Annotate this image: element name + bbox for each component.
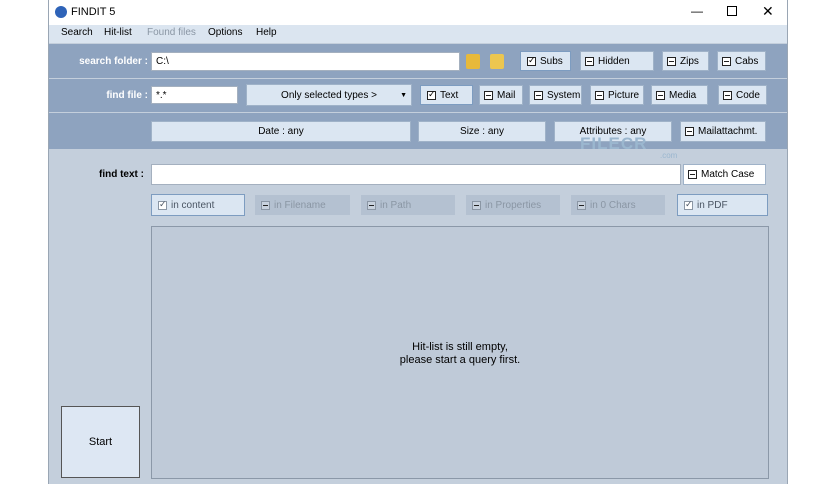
- app-logo-icon: [55, 6, 67, 18]
- window-title: FINDIT 5: [71, 6, 116, 18]
- code-type-label: Code: [736, 89, 760, 101]
- size-filter-button[interactable]: Size : any: [418, 121, 546, 142]
- search-folder-label: search folder :: [79, 56, 148, 67]
- in-pdf-check-icon: [684, 199, 693, 210]
- date-filter-button[interactable]: Date : any: [151, 121, 411, 142]
- in-0-chars-checkbox[interactable]: in 0 Chars: [571, 195, 665, 215]
- hit-list-empty-line1: Hit-list is still empty,: [412, 341, 508, 353]
- in-properties-label: in Properties: [485, 199, 542, 211]
- in-0-chars-check-icon: [577, 200, 586, 210]
- watermark-text: FILECR: [580, 134, 648, 153]
- in-content-label: in content: [171, 199, 215, 211]
- maximize-icon[interactable]: [727, 6, 737, 16]
- system-type-checkbox[interactable]: System: [529, 85, 582, 105]
- in-properties-checkbox[interactable]: in Properties: [466, 195, 560, 215]
- in-filename-check-icon: [261, 200, 270, 210]
- picture-type-check-icon: [595, 90, 604, 100]
- in-path-checkbox[interactable]: in Path: [361, 195, 455, 215]
- media-type-label: Media: [669, 89, 697, 101]
- mail-type-checkbox[interactable]: Mail: [479, 85, 523, 105]
- zips-checkbox[interactable]: Zips: [662, 51, 709, 71]
- file-types-dropdown[interactable]: Only selected types > ▼: [246, 84, 412, 106]
- mail-attachment-check-icon: [685, 127, 694, 136]
- find-file-input[interactable]: *.*: [151, 86, 238, 104]
- watermark-sub: .com: [660, 151, 678, 160]
- in-filename-checkbox[interactable]: in Filename: [255, 195, 350, 215]
- subs-checkbox[interactable]: Subs: [520, 51, 571, 71]
- in-content-check-icon: [158, 199, 167, 210]
- folder-browse-icon[interactable]: [490, 54, 504, 69]
- menu-found-files[interactable]: Found files: [147, 27, 196, 38]
- in-path-label: in Path: [380, 199, 412, 211]
- mail-attachment-label: Mailattachmt.: [698, 126, 758, 137]
- cabs-checkbox[interactable]: Cabs: [717, 51, 766, 71]
- match-case-label: Match Case: [701, 169, 755, 180]
- text-type-check-icon: [427, 89, 436, 100]
- match-case-checkbox[interactable]: Match Case: [683, 164, 766, 185]
- hidden-check-icon: [585, 56, 594, 66]
- in-0-chars-label: in 0 Chars: [590, 199, 636, 211]
- close-icon[interactable]: ✕: [762, 3, 774, 20]
- match-case-check-icon: [688, 170, 697, 179]
- subs-check-icon: [527, 55, 536, 66]
- text-type-label: Text: [440, 89, 459, 101]
- in-pdf-label: in PDF: [697, 199, 728, 211]
- code-type-check-icon: [723, 90, 732, 100]
- menu-hit-list[interactable]: Hit-list: [104, 27, 132, 38]
- find-text-label: find text :: [99, 169, 144, 180]
- filecr-watermark: FILECR: [580, 134, 647, 154]
- cabs-label: Cabs: [735, 55, 759, 67]
- text-type-checkbox[interactable]: Text: [420, 85, 473, 105]
- system-type-label: System: [547, 89, 581, 101]
- find-text-input[interactable]: [151, 164, 681, 185]
- hit-list-empty-line2: please start a query first.: [399, 354, 521, 366]
- picture-type-checkbox[interactable]: Picture: [590, 85, 644, 105]
- system-type-check-icon: [534, 90, 543, 100]
- start-button[interactable]: Start: [61, 406, 140, 478]
- zips-label: Zips: [680, 55, 699, 67]
- code-type-checkbox[interactable]: Code: [718, 85, 767, 105]
- in-content-checkbox[interactable]: in content: [151, 194, 245, 216]
- title-bar: FINDIT 5 — ✕: [49, 0, 787, 25]
- in-filename-label: in Filename: [274, 199, 326, 211]
- find-file-label: find file :: [106, 90, 148, 101]
- in-pdf-checkbox[interactable]: in PDF: [677, 194, 768, 216]
- in-properties-check-icon: [472, 200, 481, 210]
- menu-options[interactable]: Options: [208, 27, 242, 38]
- zips-check-icon: [667, 56, 676, 66]
- media-type-check-icon: [656, 90, 665, 100]
- mail-type-label: Mail: [497, 89, 516, 101]
- chevron-down-icon: ▼: [400, 91, 407, 99]
- cabs-check-icon: [722, 56, 731, 66]
- mail-type-check-icon: [484, 90, 493, 100]
- hidden-label: Hidden: [598, 55, 630, 67]
- media-type-checkbox[interactable]: Media: [651, 85, 708, 105]
- search-folder-input[interactable]: C:\: [151, 52, 460, 71]
- subs-label: Subs: [540, 55, 563, 67]
- in-path-check-icon: [367, 200, 376, 210]
- minimize-icon[interactable]: —: [690, 4, 704, 20]
- mail-attachment-checkbox[interactable]: Mailattachmt.: [680, 121, 766, 142]
- menu-search[interactable]: Search: [61, 27, 93, 38]
- file-types-dropdown-label: Only selected types >: [281, 89, 377, 101]
- hidden-checkbox[interactable]: Hidden: [580, 51, 654, 71]
- folder-open-icon[interactable]: [466, 54, 480, 69]
- menu-help[interactable]: Help: [256, 27, 277, 38]
- picture-type-label: Picture: [608, 89, 640, 101]
